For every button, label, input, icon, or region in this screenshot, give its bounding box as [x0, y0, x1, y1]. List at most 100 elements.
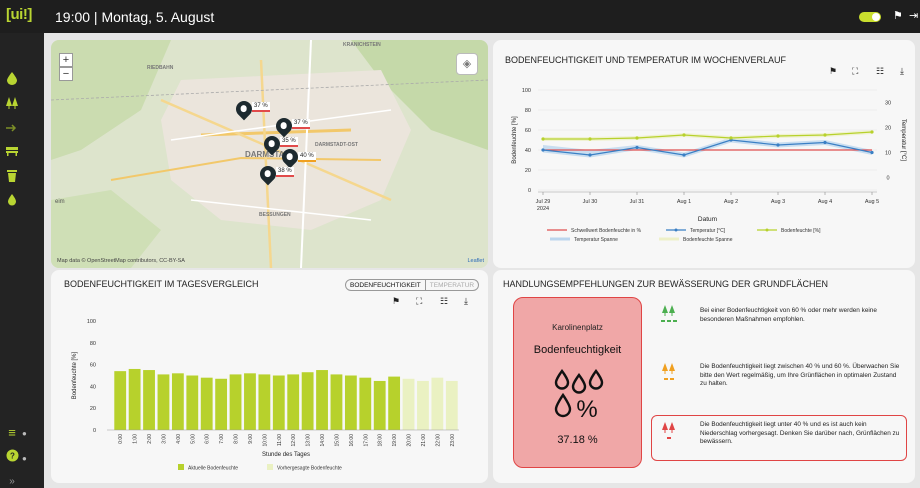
bar	[171, 373, 184, 430]
recommendation-title: HANDLUNGSEMPFEHLUNGEN ZUR BEWÄSSERUNG DE…	[503, 279, 829, 289]
expand-icon[interactable]: »	[4, 474, 20, 488]
bar	[330, 374, 343, 430]
x-tick-label: Aug 5	[865, 199, 879, 205]
map-marker-label: 35 %	[280, 137, 298, 147]
clock-date: 19:00 | Montag, 5. August	[55, 9, 215, 25]
x-tick-label: 1:00	[133, 434, 139, 444]
bar	[128, 368, 141, 430]
series-point	[776, 143, 780, 147]
series-point	[823, 140, 827, 145]
x-tick-label: 9:00	[248, 434, 254, 444]
x-tick-label: 5:00	[190, 434, 196, 444]
leaflet-link[interactable]: Leaflet	[467, 258, 484, 264]
x-tick-label: 13:00	[306, 434, 312, 447]
y-tick-label: 80	[90, 341, 96, 347]
series-point	[635, 145, 639, 150]
map-panel[interactable]: KRANICHSTEIN RIEDBAHN DARMSTADT DARMSTAD…	[51, 40, 488, 268]
fullscreen-icon[interactable]: ⛶	[852, 66, 858, 77]
x-tick-label: 8:00	[234, 434, 240, 444]
series-point	[776, 134, 780, 138]
bar	[417, 380, 429, 430]
bar	[445, 380, 458, 430]
map-place-label: DARMSTADT-OST	[315, 142, 358, 148]
comment-icon[interactable]: ⚑	[829, 66, 837, 77]
week-chart-panel: BODENFEUCHTIGKEIT UND TEMPERATUR IM WOCH…	[493, 40, 915, 268]
legend-marker	[765, 228, 769, 232]
flag-icon[interactable]: ⚑	[893, 9, 903, 22]
bar	[186, 375, 199, 430]
x-tick-label: 20:00	[407, 434, 413, 447]
download-icon[interactable]: ⤓	[464, 296, 468, 307]
y-tick-label: 20	[525, 168, 531, 174]
x-tick-label: 3:00	[161, 434, 167, 444]
x-axis-title: Datum	[698, 216, 717, 223]
x-tick-label: 19:00	[392, 434, 398, 447]
x-tick-label: Jul 30	[583, 199, 598, 205]
map-place-label: BESSUNGEN	[259, 212, 291, 218]
x-tick-label: 10:00	[262, 434, 268, 447]
drop-icon[interactable]	[4, 71, 20, 87]
y-axis-title: Bodenfeuchte [%]	[512, 116, 518, 164]
map-marker-label: 37 %	[252, 102, 270, 112]
help-dot: ●	[22, 454, 27, 463]
series-point	[541, 137, 545, 141]
exit-icon[interactable]: ⇥	[909, 9, 918, 22]
legend-label: Bodenfeuchte [%]	[781, 228, 821, 234]
fullscreen-icon[interactable]: ⛶	[416, 296, 422, 307]
day-chart-title: BODENFEUCHTIGKEIT IM TAGESVERGLEICH	[64, 279, 259, 289]
arrow-icon[interactable]	[4, 121, 20, 137]
tree-icon[interactable]	[4, 96, 20, 112]
x-tick-label: 23:00	[450, 434, 456, 447]
series-point	[588, 153, 592, 157]
legend-label: Schwellwert Bodenfeuchte in %	[571, 228, 642, 234]
layers-icon[interactable]: ◈	[456, 53, 478, 75]
bar	[229, 374, 242, 430]
y-tick-label: 0	[528, 188, 531, 194]
bar	[373, 380, 386, 430]
trash-icon[interactable]	[4, 169, 20, 185]
week-chart-title: BODENFEUCHTIGKEIT UND TEMPERATUR IM WOCH…	[505, 55, 787, 65]
x-tick-label: 0:00	[118, 434, 124, 444]
bar	[301, 372, 314, 430]
tab-bodenfeuchtigkeit[interactable]: BODENFEUCHTIGKEIT	[346, 280, 426, 290]
filter-icon[interactable]: ☷	[876, 66, 884, 77]
legend-label: Vorhergesagte Bodenfeuchte	[277, 466, 342, 472]
menu-dot: ●	[22, 429, 27, 438]
legend-label: Temperatur Spanne	[574, 237, 618, 243]
zoom-out-button[interactable]: −	[59, 67, 73, 81]
y-tick-label: 0	[93, 428, 96, 434]
x-tick-sublabel: 2024	[537, 206, 549, 212]
legend-swatch	[178, 464, 184, 470]
y2-tick-label: 0	[886, 176, 889, 182]
trees-orange-icon	[662, 363, 675, 380]
water-icon[interactable]	[4, 192, 20, 208]
svg-text:%: %	[576, 396, 597, 421]
recommendation-text: Die Bodenfeuchtigkeit liegt unter 40 % u…	[700, 421, 900, 446]
zoom-in-button[interactable]: +	[59, 53, 73, 67]
recommendation-text: Bei einer Bodenfeuchtigkeit von 60 % ode…	[700, 307, 877, 323]
y-tick-label: 40	[525, 148, 531, 154]
x-tick-label: Aug 4	[818, 199, 832, 205]
y2-axis-title: Temperatur [°C]	[900, 119, 906, 161]
menu-icon[interactable]: ≡	[4, 425, 20, 441]
bench-icon[interactable]	[4, 145, 20, 161]
x-tick-label: 17:00	[363, 434, 369, 447]
y-tick-label: 60	[90, 363, 96, 369]
filter-icon[interactable]: ☷	[440, 296, 448, 307]
legend-label: Bodenfeuchte Spanne	[683, 237, 733, 243]
y-tick-label: 100	[87, 319, 96, 325]
metric-switch[interactable]: BODENFEUCHTIGKEIT TEMPERATUR	[345, 279, 480, 291]
x-tick-label: 6:00	[205, 434, 211, 444]
y2-tick-label: 10	[885, 151, 891, 157]
download-icon[interactable]: ⤓	[900, 66, 904, 77]
x-tick-label: 7:00	[219, 434, 225, 444]
bar	[359, 377, 372, 430]
bar	[258, 374, 271, 430]
status-card[interactable]: Karolinenplatz Bodenfeuchtigkeit % 37.18…	[513, 297, 642, 468]
comment-icon[interactable]: ⚑	[392, 296, 400, 307]
day-chart-panel: BODENFEUCHTIGKEIT IM TAGESVERGLEICH BODE…	[51, 270, 488, 483]
theme-toggle[interactable]	[859, 12, 881, 22]
tab-temperatur[interactable]: TEMPERATUR	[426, 280, 478, 290]
help-icon[interactable]: ?	[4, 449, 20, 465]
series-point	[635, 136, 639, 140]
